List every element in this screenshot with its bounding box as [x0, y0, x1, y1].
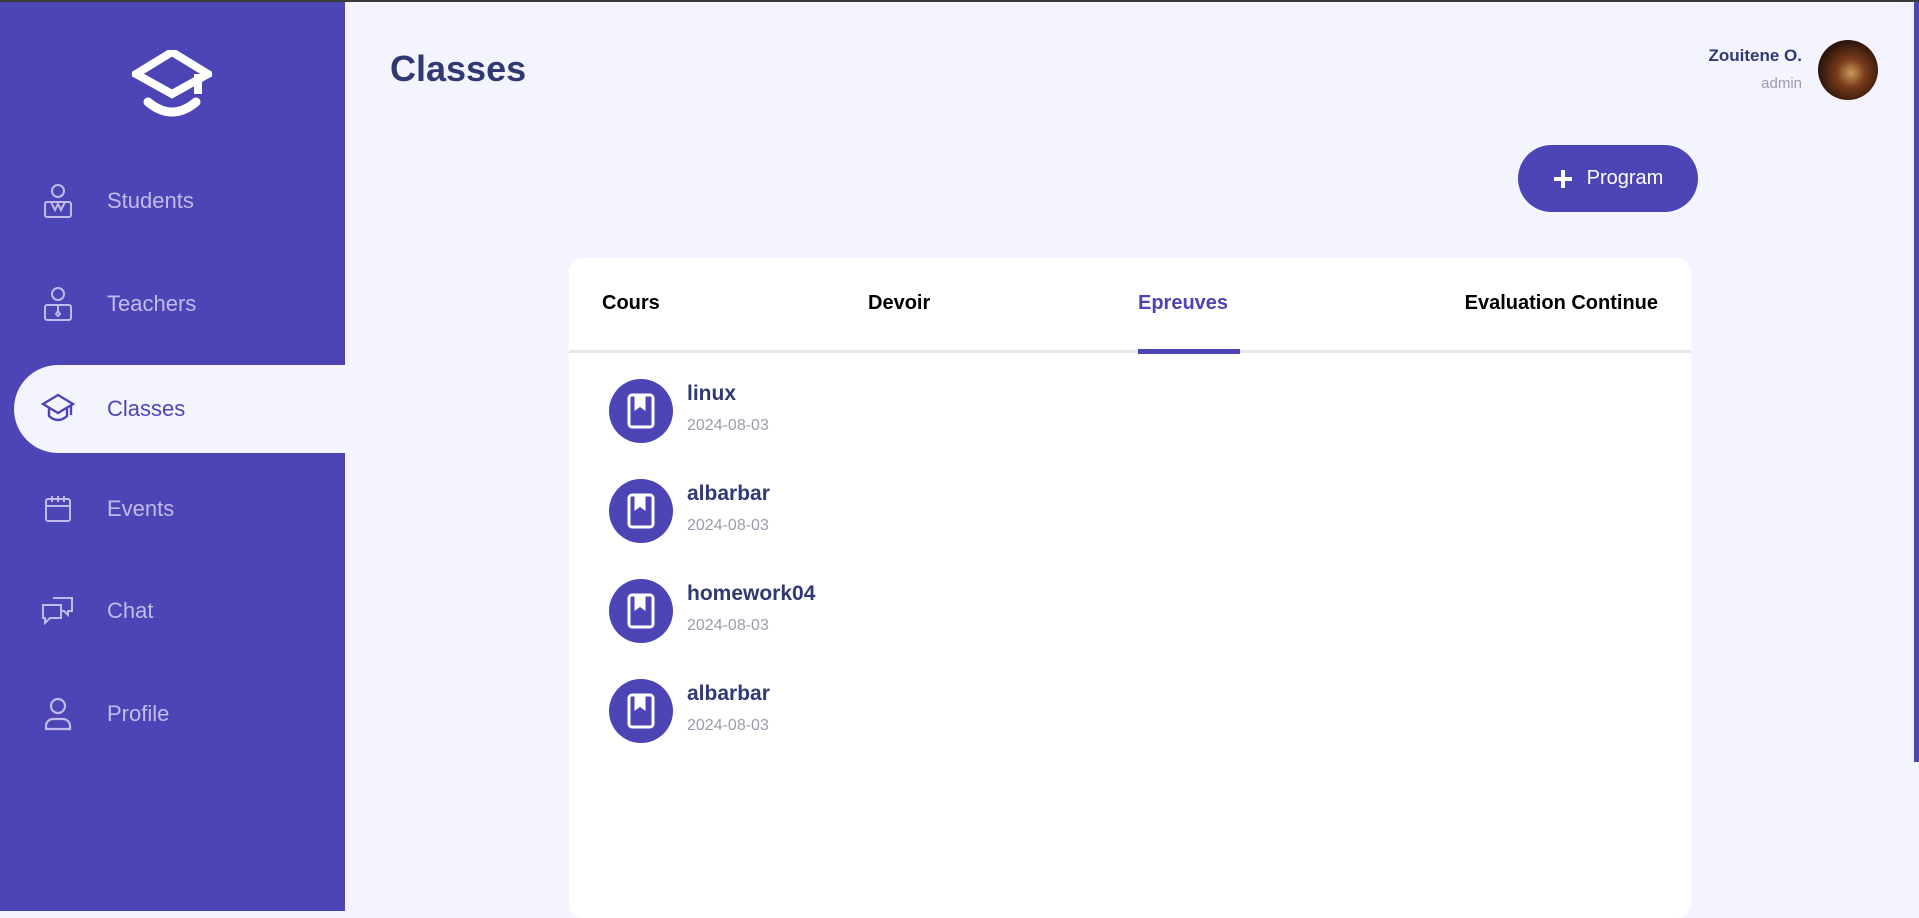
logo-graduation-icon [132, 50, 212, 117]
sidebar-item-profile[interactable]: Profile [0, 670, 345, 758]
active-tab-indicator [1138, 349, 1240, 354]
list-item[interactable]: linux 2024-08-03 [609, 379, 1109, 443]
sidebar-item-classes[interactable]: Classes [14, 365, 345, 453]
list-item[interactable]: homework04 2024-08-03 [609, 579, 1109, 643]
sidebar-item-label: Students [107, 188, 194, 213]
add-program-button[interactable]: Program [1518, 145, 1698, 212]
item-title: linux [687, 382, 737, 405]
page-title: Classes [390, 48, 527, 89]
plus-icon [1553, 169, 1572, 188]
sidebar-item-events[interactable]: Events [0, 465, 345, 553]
user-name: Zouitene O. [1708, 46, 1803, 65]
user-info: Zouitene O. admin [1709, 46, 1803, 92]
item-date: 2024-08-03 [687, 417, 769, 434]
item-title: homework04 [687, 582, 816, 605]
book-icon [609, 679, 673, 743]
item-title: albarbar [687, 682, 770, 705]
scrollbar[interactable] [1914, 2, 1919, 762]
sidebar-item-chat[interactable]: Chat [0, 567, 345, 655]
tab-epreuves[interactable]: Epreuves [1138, 292, 1228, 315]
book-icon [609, 379, 673, 443]
sidebar-item-teachers[interactable]: Teachers [0, 260, 345, 348]
chat-icon [42, 597, 73, 626]
user-icon [44, 697, 72, 731]
calendar-icon [45, 496, 71, 522]
sidebar-item-label: Classes [107, 396, 186, 421]
tab-devoir[interactable]: Devoir [868, 292, 930, 315]
teacher-icon [44, 287, 72, 321]
tab-evaluation-continue[interactable]: Evaluation Continue [1465, 292, 1658, 315]
sidebar-item-label: Profile [107, 701, 170, 726]
tab-cours[interactable]: Cours [602, 292, 660, 315]
book-icon [609, 479, 673, 543]
user-role: admin [1761, 75, 1802, 92]
sidebar-item-label: Events [107, 496, 175, 521]
sidebar: Students Teachers Classes Events Chat Pr… [0, 2, 345, 911]
avatar[interactable] [1818, 40, 1878, 100]
graduation-cap-icon [40, 393, 76, 422]
sidebar-item-students[interactable]: Students [0, 157, 345, 245]
list-item[interactable]: albarbar 2024-08-03 [609, 679, 1109, 743]
item-date: 2024-08-03 [687, 617, 769, 634]
tab-bar: Cours Devoir Epreuves Evaluation Continu… [569, 258, 1691, 354]
sidebar-item-label: Teachers [107, 291, 197, 316]
list-item[interactable]: albarbar 2024-08-03 [609, 479, 1109, 543]
sidebar-item-label: Chat [107, 598, 154, 623]
item-date: 2024-08-03 [687, 717, 769, 734]
student-icon [44, 184, 72, 218]
item-title: albarbar [687, 482, 770, 505]
content-card: Cours Devoir Epreuves Evaluation Continu… [569, 258, 1691, 918]
item-date: 2024-08-03 [687, 517, 769, 534]
add-program-label: Program [1586, 167, 1664, 189]
book-icon [609, 579, 673, 643]
